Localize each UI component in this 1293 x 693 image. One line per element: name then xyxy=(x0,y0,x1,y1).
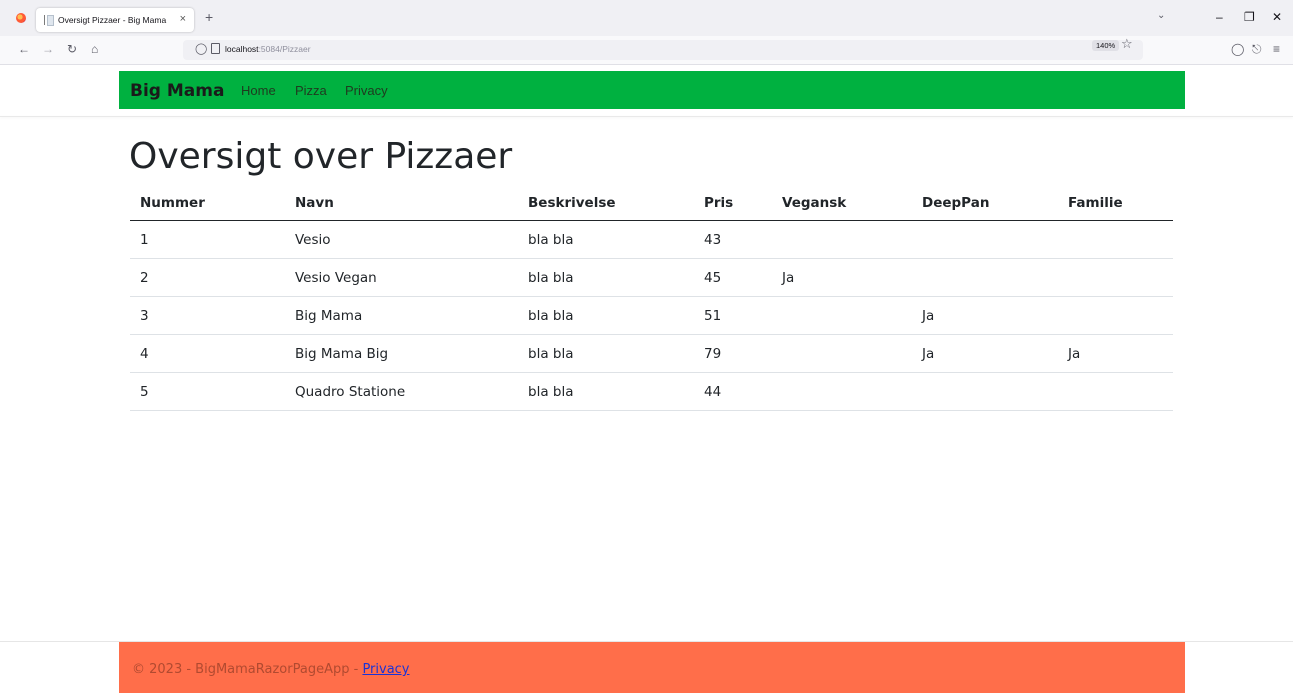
reload-icon[interactable]: ↻ xyxy=(67,42,77,56)
table-cell: 3 xyxy=(130,296,285,335)
url-host: localhost xyxy=(225,44,259,54)
column-header: Familie xyxy=(1058,186,1173,221)
table-cell: 5 xyxy=(130,372,285,411)
list-tabs-chevron-icon[interactable]: ⌄ xyxy=(1157,10,1165,21)
table-cell: 45 xyxy=(694,258,772,297)
table-row: 4 Big Mama Big bla bla 79 Ja Ja xyxy=(130,334,1173,373)
table-cell: 2 xyxy=(130,258,285,297)
site-footer: © 2023 - BigMamaRazorPageApp - Privacy xyxy=(119,642,1185,693)
table-cell: Ja xyxy=(772,258,912,297)
url-text[interactable]: localhost:5084/Pizzaer xyxy=(225,44,311,54)
brand-link[interactable]: Big Mama xyxy=(130,81,224,101)
table-cell: bla bla xyxy=(518,334,694,373)
table-row: 1 Vesio bla bla 43 xyxy=(130,220,1173,259)
bookmark-star-icon[interactable]: ☆ xyxy=(1121,36,1133,52)
table-cell: Ja xyxy=(912,334,1058,373)
address-bar[interactable]: ◯ localhost:5084/Pizzaer xyxy=(183,40,1143,60)
table-cell: Big Mama xyxy=(285,296,518,335)
nav-pizza-link[interactable]: Pizza xyxy=(295,83,327,98)
copyright-text: © 2023 - BigMamaRazorPageApp - xyxy=(132,662,363,677)
close-window-button[interactable]: ✕ xyxy=(1272,10,1282,24)
table-row: 2 Vesio Vegan bla bla 45 Ja xyxy=(130,258,1173,297)
table-cell xyxy=(1058,296,1173,335)
table-row: 3 Big Mama bla bla 51 Ja xyxy=(130,296,1173,335)
table-cell: 4 xyxy=(130,334,285,373)
browser-toolbar: ← → ↻ ⌂ ◯ localhost:5084/Pizzaer 140% ☆ … xyxy=(0,36,1293,65)
new-tab-button[interactable]: + xyxy=(205,9,213,25)
table-cell xyxy=(912,372,1058,411)
page-title: Oversigt over Pizzaer xyxy=(129,136,513,177)
table-cell: bla bla xyxy=(518,258,694,297)
table-cell xyxy=(772,334,912,373)
column-header: Navn xyxy=(285,186,518,221)
table-cell: Ja xyxy=(912,296,1058,335)
page-info-icon[interactable] xyxy=(211,43,220,54)
nav-home-link[interactable]: Home xyxy=(241,83,276,98)
nav-privacy-link[interactable]: Privacy xyxy=(345,83,388,98)
table-cell: bla bla xyxy=(518,220,694,259)
column-header: Beskrivelse xyxy=(518,186,694,221)
footer-text: © 2023 - BigMamaRazorPageApp - Privacy xyxy=(132,662,410,677)
menu-hamburger-icon[interactable]: ≡ xyxy=(1273,42,1280,56)
column-header: Nummer xyxy=(130,186,285,221)
table-row: 5 Quadro Statione bla bla 44 xyxy=(130,372,1173,411)
minimize-button[interactable]: – xyxy=(1216,10,1223,24)
table-cell xyxy=(912,258,1058,297)
tracking-shield-icon[interactable]: ◯ xyxy=(195,42,207,55)
table-cell: Vesio xyxy=(285,220,518,259)
table-cell xyxy=(1058,372,1173,411)
table-cell xyxy=(1058,258,1173,297)
back-arrow-icon[interactable]: ← xyxy=(18,42,30,56)
page-favicon-icon xyxy=(44,15,54,26)
table-cell: Big Mama Big xyxy=(285,334,518,373)
table-header-row: Nummer Navn Beskrivelse Pris Vegansk Dee… xyxy=(130,186,1173,221)
table-cell xyxy=(772,372,912,411)
table-cell xyxy=(1058,220,1173,259)
tab-close-icon[interactable]: × xyxy=(180,13,186,25)
table-cell xyxy=(772,220,912,259)
browser-tab-bar: Oversigt Pizzaer - Big Mama × + ⌄ – ❐ ✕ xyxy=(0,0,1293,36)
table-cell: bla bla xyxy=(518,372,694,411)
table-cell: bla bla xyxy=(518,296,694,335)
column-header: Pris xyxy=(694,186,772,221)
pocket-icon[interactable]: ◯ xyxy=(1231,42,1244,56)
table-cell: 51 xyxy=(694,296,772,335)
header-divider xyxy=(0,116,1293,117)
site-navbar: Big Mama Home Pizza Privacy xyxy=(119,71,1185,109)
table-cell: 79 xyxy=(694,334,772,373)
table-cell xyxy=(772,296,912,335)
maximize-button[interactable]: ❐ xyxy=(1244,10,1255,24)
zoom-level-badge[interactable]: 140% xyxy=(1092,40,1120,51)
firefox-logo-icon xyxy=(16,13,26,23)
column-header: Vegansk xyxy=(772,186,912,221)
home-icon[interactable]: ⌂ xyxy=(91,42,98,56)
table-cell: Ja xyxy=(1058,334,1173,373)
table-cell: Quadro Statione xyxy=(285,372,518,411)
tab-title: Oversigt Pizzaer - Big Mama xyxy=(58,15,167,25)
table-cell: 1 xyxy=(130,220,285,259)
column-header: DeepPan xyxy=(912,186,1058,221)
forward-arrow-icon[interactable]: → xyxy=(42,42,54,56)
browser-tab[interactable]: Oversigt Pizzaer - Big Mama × xyxy=(36,8,194,32)
table-cell: Vesio Vegan xyxy=(285,258,518,297)
table-cell: 43 xyxy=(694,220,772,259)
footer-privacy-link[interactable]: Privacy xyxy=(362,662,409,677)
table-cell xyxy=(912,220,1058,259)
extensions-icon[interactable]: ⎋ xyxy=(1252,42,1262,57)
pizza-table: Nummer Navn Beskrivelse Pris Vegansk Dee… xyxy=(130,186,1173,411)
table-cell: 44 xyxy=(694,372,772,411)
url-path: :5084/Pizzaer xyxy=(258,44,311,54)
